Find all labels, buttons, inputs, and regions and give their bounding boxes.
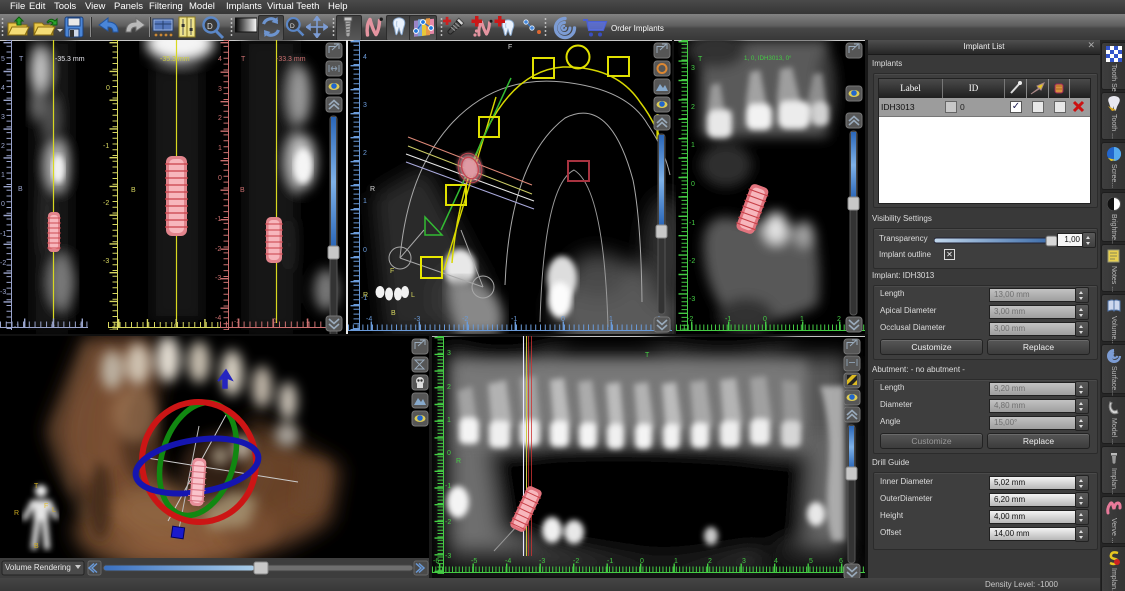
svg-text:-3: -3	[414, 316, 420, 323]
svg-text:2: 2	[363, 150, 367, 157]
svg-text:T: T	[698, 56, 703, 63]
svg-text:0: 0	[363, 247, 367, 254]
svg-text:T: T	[34, 483, 39, 490]
svg-text:R: R	[14, 510, 19, 517]
svg-text:R: R	[456, 458, 461, 465]
svg-text:R: R	[370, 186, 375, 193]
svg-text:B: B	[34, 543, 39, 550]
svg-text:1: 1	[363, 198, 367, 205]
svg-text:-1: -1	[445, 483, 451, 490]
svg-text:1: 1	[1, 172, 5, 179]
svg-text:B: B	[18, 186, 23, 193]
svg-text:L: L	[52, 507, 56, 514]
svg-text:B: B	[131, 187, 136, 194]
svg-text:0: 0	[763, 316, 767, 323]
svg-text:-33.3 mm: -33.3 mm	[276, 56, 306, 63]
svg-text:-2: -2	[103, 200, 109, 207]
svg-text:-1: -1	[215, 216, 221, 223]
svg-text:-3: -3	[689, 296, 695, 303]
svg-text:0: 0	[691, 181, 695, 188]
svg-text:-1: -1	[689, 220, 695, 227]
svg-text:-2: -2	[573, 558, 579, 565]
svg-text:-2: -2	[0, 260, 6, 267]
svg-text:T: T	[19, 56, 24, 63]
svg-text:2: 2	[1, 143, 5, 150]
svg-text:-1: -1	[725, 316, 731, 323]
svg-text:1: 1	[609, 316, 613, 323]
svg-text:-2: -2	[687, 316, 693, 323]
svg-text:B: B	[240, 187, 245, 194]
svg-text:-35.3 mm: -35.3 mm	[55, 56, 85, 63]
svg-text:-1: -1	[14, 323, 20, 330]
svg-text:B: B	[391, 310, 396, 317]
svg-text:4: 4	[363, 54, 367, 61]
svg-text:4: 4	[218, 56, 222, 63]
svg-text:Volume Rendering: Volume Rendering	[5, 563, 71, 572]
svg-text:2: 2	[837, 316, 841, 323]
svg-text:-3: -3	[539, 558, 545, 565]
svg-text:-3: -3	[445, 553, 451, 560]
svg-text:F: F	[390, 268, 394, 275]
svg-text:2: 2	[218, 115, 222, 122]
svg-text:3: 3	[447, 350, 451, 357]
svg-text:0: 0	[1, 201, 5, 208]
svg-text:1: 1	[674, 558, 678, 565]
svg-text:5: 5	[1, 56, 5, 63]
svg-text:-4: -4	[366, 316, 372, 323]
svg-text:2: 2	[447, 384, 451, 391]
svg-text:1: 1	[218, 145, 222, 152]
svg-text:0: 0	[106, 85, 110, 92]
svg-text:D: D	[290, 23, 295, 30]
svg-text:1: 1	[691, 142, 695, 149]
svg-text:2: 2	[691, 104, 695, 111]
svg-text:-1: -1	[112, 323, 118, 330]
svg-text:-2: -2	[445, 519, 451, 526]
svg-text:3: 3	[742, 558, 746, 565]
svg-text:T: T	[241, 56, 246, 63]
svg-text:0: 0	[447, 450, 451, 457]
svg-text:-1: -1	[607, 558, 613, 565]
svg-text:-2: -2	[689, 258, 695, 265]
svg-text:3: 3	[1, 114, 5, 121]
svg-text:6: 6	[839, 558, 843, 565]
svg-text:4: 4	[1, 85, 5, 92]
svg-text:-2: -2	[462, 316, 468, 323]
svg-text:-2: -2	[215, 246, 221, 253]
svg-text:-6: -6	[433, 558, 439, 565]
svg-text:-3: -3	[215, 275, 221, 282]
svg-text:2: 2	[708, 558, 712, 565]
svg-text:0: 0	[218, 175, 222, 182]
svg-text:-1: -1	[0, 231, 6, 238]
svg-text:-1: -1	[103, 143, 109, 150]
svg-text:T: T	[645, 352, 650, 359]
svg-text:-3: -3	[103, 258, 109, 265]
svg-text:-35.3 mm: -35.3 mm	[160, 56, 190, 63]
svg-text:0: 0	[640, 558, 644, 565]
svg-text:5: 5	[809, 558, 813, 565]
svg-text:1, 0, IDH3013, 0°: 1, 0, IDH3013, 0°	[744, 55, 792, 62]
svg-text:4: 4	[774, 558, 778, 565]
svg-text:3: 3	[691, 65, 695, 72]
svg-text:D: D	[207, 22, 213, 31]
svg-text:F: F	[508, 44, 512, 51]
svg-text:1: 1	[800, 316, 804, 323]
svg-text:-1: -1	[511, 316, 517, 323]
svg-text:-4: -4	[505, 558, 511, 565]
svg-text:F: F	[44, 503, 48, 510]
svg-text:-3: -3	[0, 289, 6, 296]
svg-text:-4: -4	[215, 315, 221, 322]
svg-text:-5: -5	[471, 558, 477, 565]
svg-text:3: 3	[218, 86, 222, 93]
svg-text:-1: -1	[361, 295, 367, 302]
svg-text:L: L	[411, 292, 415, 299]
svg-text:0: 0	[561, 316, 565, 323]
svg-text:1: 1	[447, 417, 451, 424]
svg-text:3: 3	[363, 102, 367, 109]
